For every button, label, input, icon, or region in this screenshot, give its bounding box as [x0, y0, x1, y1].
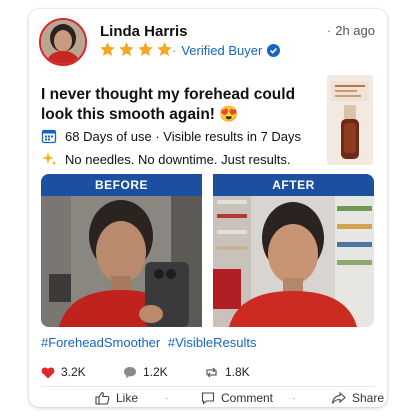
star-icon	[119, 41, 134, 56]
calendar-icon	[41, 128, 57, 144]
hashtags: #ForeheadSmoother #VisibleResults	[41, 335, 261, 350]
comment-button[interactable]: Comment	[201, 391, 273, 405]
benefit-line: No needles. No downtime. Just results.	[41, 151, 290, 167]
verified-check-icon	[267, 44, 281, 57]
repost-icon	[206, 367, 217, 377]
share-button[interactable]: Share	[331, 391, 384, 405]
post-time: · 2h ago	[326, 23, 375, 38]
comment-count[interactable]: 1.2K	[123, 365, 168, 379]
avatar[interactable]	[39, 18, 87, 66]
sparkles-icon	[41, 151, 57, 167]
before-photo[interactable]: BEFORE	[41, 174, 202, 327]
separator-dot: ·	[165, 393, 169, 404]
review-post-card: Linda Harris · 2h ago · Verified Buyer I …	[29, 9, 387, 407]
like-button[interactable]: Like	[95, 391, 138, 405]
product-image[interactable]	[327, 75, 373, 165]
hashtag-link[interactable]: #ForeheadSmoother	[41, 335, 160, 350]
after-photo[interactable]: AFTER	[213, 174, 374, 327]
post-headline: I never thought my forehead could look t…	[41, 86, 296, 123]
after-label: AFTER	[213, 174, 374, 196]
usage-duration: 68 Days of use · Visible results in 7 Da…	[41, 128, 301, 144]
author-name[interactable]: Linda Harris	[100, 23, 188, 40]
star-icon	[138, 41, 153, 56]
thumbs-up-icon	[95, 391, 110, 405]
comment-bubble-icon	[124, 366, 136, 378]
heart-icon	[41, 366, 55, 378]
engagement-stats: 3.2K 1.2K 1.8K	[41, 365, 375, 381]
star-icon	[157, 41, 172, 56]
like-count[interactable]: 3.2K	[41, 365, 86, 379]
separator-dot: ·	[292, 393, 296, 404]
before-label: BEFORE	[41, 174, 202, 196]
action-bar: Like · Comment · Share	[41, 391, 384, 407]
share-arrow-icon	[331, 391, 346, 404]
rating-stars	[99, 40, 173, 58]
hashtag-link[interactable]: #VisibleResults	[168, 335, 257, 350]
star-icon	[100, 41, 115, 56]
verified-buyer: · Verified Buyer	[172, 43, 281, 58]
share-count[interactable]: 1.8K	[204, 365, 250, 379]
divider	[41, 386, 375, 387]
comment-icon	[201, 392, 215, 405]
